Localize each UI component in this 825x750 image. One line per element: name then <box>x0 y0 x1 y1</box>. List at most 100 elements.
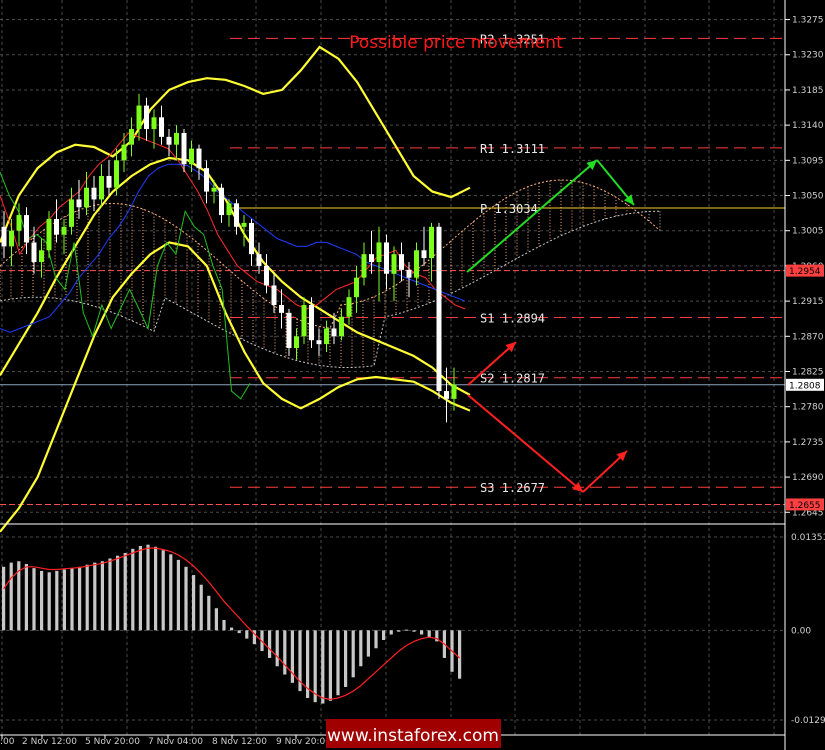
candle-body <box>429 226 434 259</box>
macd-bar <box>123 552 127 631</box>
price-tag-label: 1.2655 <box>789 501 821 511</box>
candle-body <box>219 187 224 216</box>
candle-body <box>151 117 157 130</box>
candle-body <box>24 215 29 243</box>
candle-body <box>331 328 337 337</box>
macd-bar <box>397 630 401 632</box>
macd-bar <box>214 608 218 631</box>
candle-body <box>31 242 37 262</box>
macd-bar <box>176 559 180 631</box>
macd-bar <box>245 630 249 639</box>
candle-body <box>399 254 404 270</box>
y-tick-label: 1.3095 <box>792 156 824 166</box>
y-tick-label: 1.2825 <box>792 367 824 377</box>
candle-body <box>294 336 299 349</box>
y-tick-label: 1.3140 <box>792 121 824 131</box>
macd-bar <box>70 568 74 631</box>
macd-bar <box>366 630 370 657</box>
macd-bar <box>268 630 272 658</box>
candle-body <box>69 199 74 227</box>
candle-body <box>39 250 44 262</box>
candle-body <box>159 117 164 137</box>
candle-body <box>9 230 14 247</box>
candle-body <box>129 129 134 145</box>
candle-body <box>91 187 97 200</box>
macd-bar <box>146 544 150 631</box>
macd-bar <box>427 630 431 638</box>
candle-body <box>174 132 179 145</box>
y-tick-label: 1.2915 <box>792 297 824 307</box>
time-axis: :00 2 Nov 12:00 5 Nov 20:00 7 Nov 04:00 8 No… <box>0 735 331 747</box>
chart-background <box>0 0 825 750</box>
y-tick-label: 1.3230 <box>792 51 824 61</box>
y-tick-label: 1.3185 <box>792 86 824 96</box>
macd-bar <box>93 562 97 631</box>
macd-tick-label: -0.01298 <box>791 716 825 726</box>
macd-tick-label: 0.01351 <box>791 533 825 543</box>
macd-bar <box>230 627 234 631</box>
macd-bar <box>275 630 279 667</box>
price-chart[interactable]: R2 1.3251R1 1.3111P 1.3034S1 1.2894S2 1.… <box>0 0 825 750</box>
candle-body <box>436 226 442 392</box>
level-label-s1: S1 1.2894 <box>480 312 545 326</box>
candle-body <box>271 285 277 306</box>
candle-body <box>444 391 449 399</box>
macd-bar <box>351 630 355 678</box>
candle-body <box>301 305 307 337</box>
candle-body <box>249 222 254 255</box>
candle-body <box>361 254 367 278</box>
candle-body <box>61 226 67 235</box>
macd-bar <box>336 630 340 696</box>
candle-body <box>376 242 382 262</box>
macd-bar <box>237 630 241 634</box>
svg-text:www.instaforex.com: www.instaforex.com <box>327 726 499 746</box>
candle-body <box>211 187 217 192</box>
candle-body <box>84 187 89 208</box>
candle-body <box>76 199 82 208</box>
candle-body <box>226 203 232 216</box>
macd-bar <box>283 630 287 675</box>
macd-bar <box>47 572 51 631</box>
candle-body <box>384 242 389 274</box>
macd-bar <box>100 561 104 631</box>
macd-bar <box>138 546 142 631</box>
macd-bar <box>2 566 6 631</box>
y-tick-label: 1.2690 <box>792 473 824 483</box>
candle-body <box>54 218 59 235</box>
macd-tick-label: 0.00 <box>791 626 811 636</box>
candle-body <box>354 277 359 298</box>
y-tick-label: 1.3005 <box>792 227 824 237</box>
y-tick-label: 1.3275 <box>792 16 824 26</box>
candle-body <box>414 250 419 278</box>
level-label-p: P 1.3034 <box>480 202 538 216</box>
candle-body <box>309 305 314 341</box>
y-tick-label: 1.2780 <box>792 403 824 413</box>
candle-body <box>204 168 209 192</box>
macd-bar <box>192 575 196 631</box>
x-tick-label: 5 Nov 20:00 <box>85 737 140 747</box>
candle-body <box>196 148 202 169</box>
macd-bar <box>184 566 188 631</box>
price-tag-label: 1.2808 <box>789 381 821 391</box>
candle-body <box>241 222 247 227</box>
chart-title: Possible price movement <box>349 33 563 53</box>
watermark: www.instaforex.com <box>326 719 501 748</box>
candle-body <box>451 384 457 399</box>
candle-body <box>106 175 112 188</box>
macd-bar <box>9 562 13 631</box>
candle-body <box>256 254 262 266</box>
macd-bar <box>85 564 89 631</box>
candle-body <box>16 215 22 231</box>
macd-bar <box>374 630 378 649</box>
macd-bar <box>412 630 416 632</box>
candle-body <box>369 254 374 262</box>
macd-bar <box>55 570 59 631</box>
macd-bar <box>313 630 317 703</box>
macd-bar <box>32 568 36 631</box>
macd-bar <box>359 630 363 667</box>
y-tick-label: 1.2735 <box>792 438 824 448</box>
y-tick-label: 1.3050 <box>792 192 824 202</box>
macd-bar <box>344 630 348 687</box>
candle-body <box>181 132 187 165</box>
candle-body <box>99 175 104 200</box>
